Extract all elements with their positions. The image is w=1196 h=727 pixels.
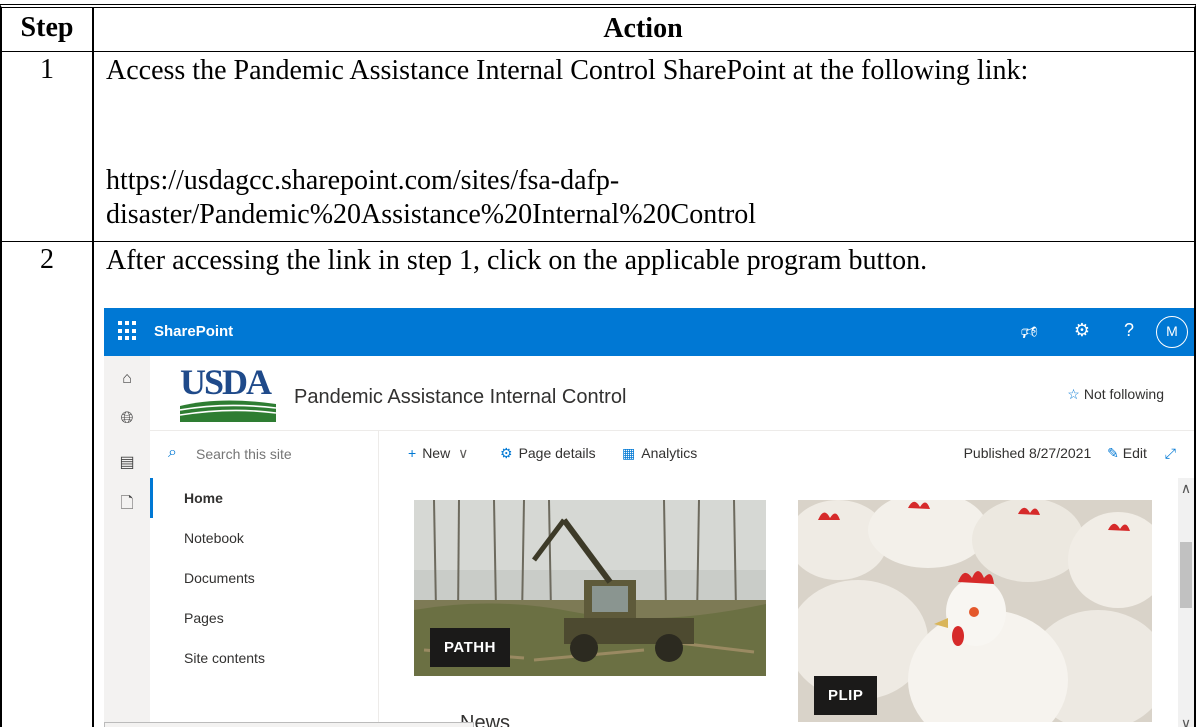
- site-title[interactable]: Pandemic Assistance Internal Control: [294, 386, 626, 409]
- nav-item-site-contents[interactable]: Site contents: [150, 638, 378, 678]
- plus-icon: +: [408, 445, 417, 461]
- sharepoint-brand[interactable]: SharePoint: [154, 323, 233, 340]
- page-details-button[interactable]: ⚙︎ Page details: [500, 445, 596, 462]
- step-number: 2: [40, 244, 54, 275]
- follow-button[interactable]: ☆ Not following: [1067, 386, 1164, 403]
- step-instruction: Access the Pandemic Assistance Internal …: [106, 55, 1029, 86]
- pencil-icon: ✎: [1107, 445, 1119, 461]
- new-button[interactable]: + New ∨: [408, 445, 468, 462]
- gear-icon[interactable]: ⚙︎: [1074, 320, 1090, 341]
- published-date: Published 8/27/2021: [963, 445, 1092, 461]
- nav-item-notebook[interactable]: Notebook: [150, 518, 378, 558]
- browser-status-bar: [104, 722, 474, 727]
- home-icon[interactable]: ⌂: [117, 370, 137, 388]
- news-icon[interactable]: ▤: [117, 452, 137, 472]
- analytics-button[interactable]: ▦ Analytics: [622, 445, 697, 462]
- chevron-up-icon[interactable]: ∧: [1178, 480, 1194, 497]
- suite-bar: SharePoint 🕫︎ ⚙︎ ? M: [104, 308, 1194, 356]
- scroll-thumb[interactable]: [1180, 542, 1192, 608]
- scrollbar[interactable]: ∧ ∨: [1178, 478, 1194, 727]
- chart-icon: ▦: [622, 445, 636, 461]
- site-navigation: Home Notebook Documents Pages Site conte…: [150, 478, 379, 727]
- chevron-down-icon: ∨: [458, 445, 469, 461]
- megaphone-icon[interactable]: 🕫︎: [1021, 320, 1038, 350]
- procedure-table: Step Action 1 Access the Pandemic Assist…: [0, 4, 1196, 727]
- file-icon[interactable]: 🗋︎: [117, 492, 137, 519]
- gear-icon: ⚙︎: [500, 445, 513, 461]
- chevron-down-icon[interactable]: ∨: [1178, 715, 1194, 727]
- sharepoint-link-line1[interactable]: https://usdagcc.sharepoint.com/sites/fsa…: [106, 164, 1186, 198]
- edit-button[interactable]: ✎ Edit: [1107, 445, 1151, 461]
- app-launcher-icon[interactable]: [118, 321, 138, 341]
- action-header: Action: [603, 13, 683, 44]
- app-bar: ⌂ 🌐︎ ▤ 🗋︎: [104, 356, 150, 727]
- tile-label: PATHH: [430, 628, 510, 667]
- tile-label: PLIP: [814, 676, 878, 715]
- page-status: Published 8/27/2021 ✎ Edit ⤢: [964, 445, 1176, 462]
- table-row: 2 After accessing the link in step 1, cl…: [2, 242, 1194, 727]
- search-icon: ⌕: [168, 444, 177, 461]
- table-header-row: Step Action: [2, 8, 1194, 52]
- sharepoint-screenshot: SharePoint 🕫︎ ⚙︎ ? M ⌂ 🌐︎ ▤ 🗋︎ USDA Pand…: [104, 308, 1194, 727]
- plip-program-button[interactable]: PLIP: [798, 500, 1152, 722]
- nav-item-pages[interactable]: Pages: [150, 598, 378, 638]
- avatar[interactable]: M: [1156, 316, 1188, 348]
- command-bar: ⌕ +New ∨ ⚙︎Page details ▦Analytics Publi…: [150, 430, 1194, 478]
- step-number: 1: [40, 54, 54, 85]
- help-icon[interactable]: ?: [1124, 320, 1134, 341]
- usda-logo: USDA: [180, 364, 276, 424]
- step-instruction: After accessing the link in step 1, clic…: [106, 245, 928, 276]
- search-input[interactable]: [196, 443, 366, 465]
- page-content: PATHH PLIP News: [380, 478, 1194, 727]
- nav-item-documents[interactable]: Documents: [150, 558, 378, 598]
- pathh-program-button[interactable]: PATHH: [414, 500, 766, 676]
- globe-icon[interactable]: 🌐︎: [117, 410, 137, 428]
- sharepoint-link-line2[interactable]: disaster/Pandemic%20Assistance%20Interna…: [106, 198, 1186, 232]
- expand-icon[interactable]: ⤢: [1165, 445, 1176, 461]
- step-header: Step: [20, 12, 74, 43]
- site-header: USDA Pandemic Assistance Internal Contro…: [150, 356, 1194, 430]
- table-row: 1 Access the Pandemic Assistance Interna…: [2, 52, 1194, 242]
- star-icon: ☆: [1067, 386, 1080, 402]
- search-box: ⌕: [150, 431, 379, 478]
- nav-item-home[interactable]: Home: [150, 478, 378, 518]
